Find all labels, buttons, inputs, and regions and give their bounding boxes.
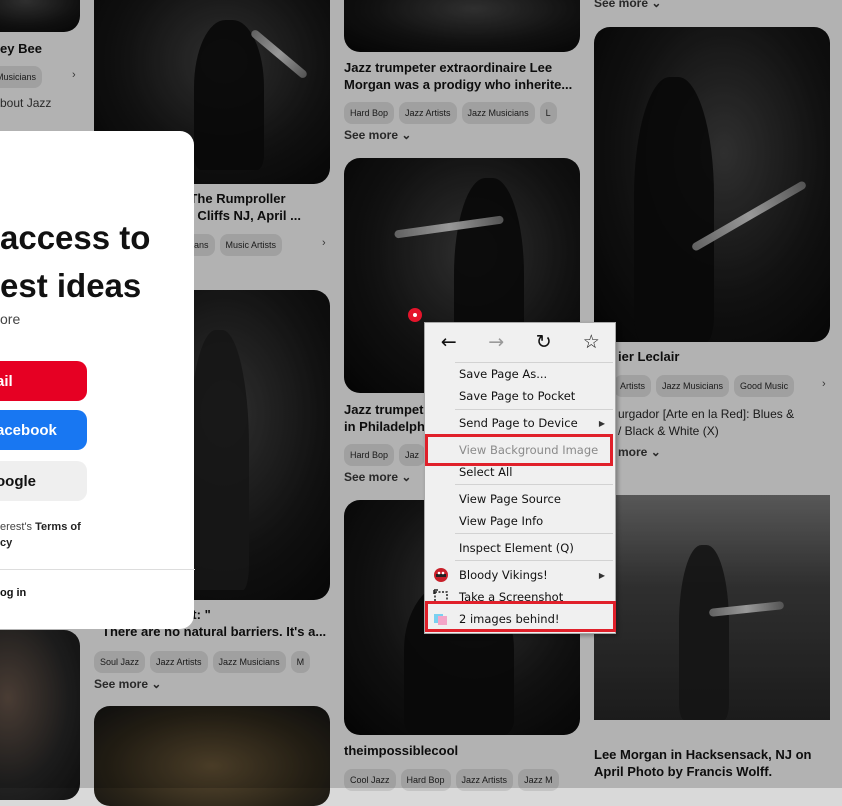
chevron-right-icon[interactable]: › [322, 237, 326, 249]
pin-image[interactable] [94, 706, 330, 806]
tag[interactable]: Good Music [734, 375, 795, 397]
modal-subtitle: ore [0, 311, 21, 327]
pin-title[interactable]: theimpossiblecool [344, 742, 458, 759]
forward-icon: → [488, 331, 505, 353]
menu-view-page-info[interactable]: View Page Info [459, 510, 543, 532]
pin-image[interactable] [594, 27, 830, 342]
see-more-button[interactable]: more ⌄ [618, 445, 661, 459]
tag-row: Hard Bop Jazz Artists Jazz Musicians L [344, 102, 557, 124]
chevron-down-icon: ⌄ [650, 445, 661, 459]
menu-save-page-as[interactable]: Save Page As... [459, 363, 547, 385]
menu-inspect-element[interactable]: Inspect Element (Q) [459, 537, 574, 559]
chevron-right-icon[interactable]: › [72, 69, 76, 81]
see-more-button[interactable]: See more ⌄ [344, 470, 411, 484]
pin-image[interactable] [344, 0, 580, 52]
highlight-box [425, 601, 616, 632]
divider [0, 569, 195, 570]
record-dot-icon [408, 308, 422, 322]
tag[interactable]: Soul Jazz [94, 651, 146, 673]
chevron-down-icon: ⌄ [401, 470, 412, 484]
menu-view-page-source[interactable]: View Page Source [459, 488, 561, 510]
tag-row: Hard Bop Jaz [344, 444, 426, 466]
tag[interactable]: Artists [614, 375, 652, 397]
tag[interactable]: Jazz Musicians [656, 375, 730, 397]
tag[interactable]: Hard Bop [344, 102, 395, 124]
tag[interactable]: M [290, 651, 311, 673]
pin-description: urgador [Arte en la Red]: Blues & / Blac… [618, 407, 795, 438]
chevron-down-icon: ⌄ [651, 0, 662, 10]
pin-title[interactable]: Jazz trumpet in Philadelph [344, 401, 425, 435]
see-more-button[interactable]: See more ⌄ [344, 128, 411, 142]
back-icon[interactable]: ← [425, 323, 473, 361]
menu-send-to-device[interactable]: Send Page to Device [459, 412, 578, 434]
tag[interactable]: Jazz Musicians [212, 651, 286, 673]
tag[interactable]: Hard Bop [344, 444, 395, 466]
pin-image[interactable] [594, 495, 830, 720]
pin-title[interactable]: ey Bee [0, 40, 42, 57]
highlight-box [425, 434, 613, 466]
terms-text: erest's Terms of cy [0, 521, 81, 549]
see-more-button[interactable]: See more ⌄ [94, 677, 161, 691]
tag[interactable]: Musicians [0, 66, 43, 88]
chevron-down-icon: ⌄ [151, 677, 162, 691]
context-menu: ← → ↻ ☆ Save Page As... Save Page to Poc… [424, 322, 616, 634]
tag-row: Musicians [0, 66, 43, 88]
login-link[interactable]: og in [0, 587, 26, 599]
pin-title[interactable]: ier Leclair [618, 348, 679, 365]
tag[interactable]: Jazz Artists [399, 102, 457, 124]
chevron-right-icon[interactable]: › [822, 378, 826, 390]
reload-icon[interactable]: ↻ [520, 323, 568, 361]
submenu-arrow-icon: ▶ [598, 571, 605, 580]
pin-image[interactable] [0, 0, 80, 32]
continue-google-button[interactable]: oogle [0, 461, 87, 501]
pin-image[interactable] [0, 630, 80, 800]
continue-facebook-button[interactable]: acebook [0, 410, 87, 450]
continue-email-button[interactable]: ail [0, 361, 87, 401]
tag[interactable]: Jaz [399, 444, 426, 466]
menu-save-to-pocket[interactable]: Save Page to Pocket [459, 385, 575, 407]
signup-modal: access to est ideas ore ail acebook oogl… [0, 131, 195, 629]
tag[interactable]: Music Artists [219, 234, 283, 256]
tag[interactable]: L [539, 102, 557, 124]
modal-heading: access to est ideas [0, 219, 151, 304]
context-nav-bar: ← → ↻ ☆ [425, 323, 615, 361]
vikings-icon [433, 567, 449, 583]
tag[interactable]: Jazz Artists [150, 651, 208, 673]
pin-title[interactable]: Lee Morgan in Hacksensack, NJ on April P… [594, 746, 811, 780]
pin-title[interactable]: Jazz trumpeter extraordinaire Lee Morgan… [344, 59, 572, 93]
terms-link[interactable]: Terms of [35, 521, 81, 533]
tag-row: Artists Jazz Musicians Good Music [614, 375, 795, 397]
pin-description: bout Jazz [0, 96, 52, 110]
bookmark-star-icon[interactable]: ☆ [568, 323, 616, 361]
see-more-button[interactable]: See more ⌄ [594, 0, 661, 10]
tag-row: Soul Jazz Jazz Artists Jazz Musicians M [94, 651, 311, 673]
tag[interactable]: Jazz Musicians [461, 102, 535, 124]
chevron-down-icon: ⌄ [401, 128, 412, 142]
submenu-arrow-icon: ▶ [598, 419, 605, 428]
menu-bloody-vikings[interactable]: Bloody Vikings! [459, 564, 548, 586]
